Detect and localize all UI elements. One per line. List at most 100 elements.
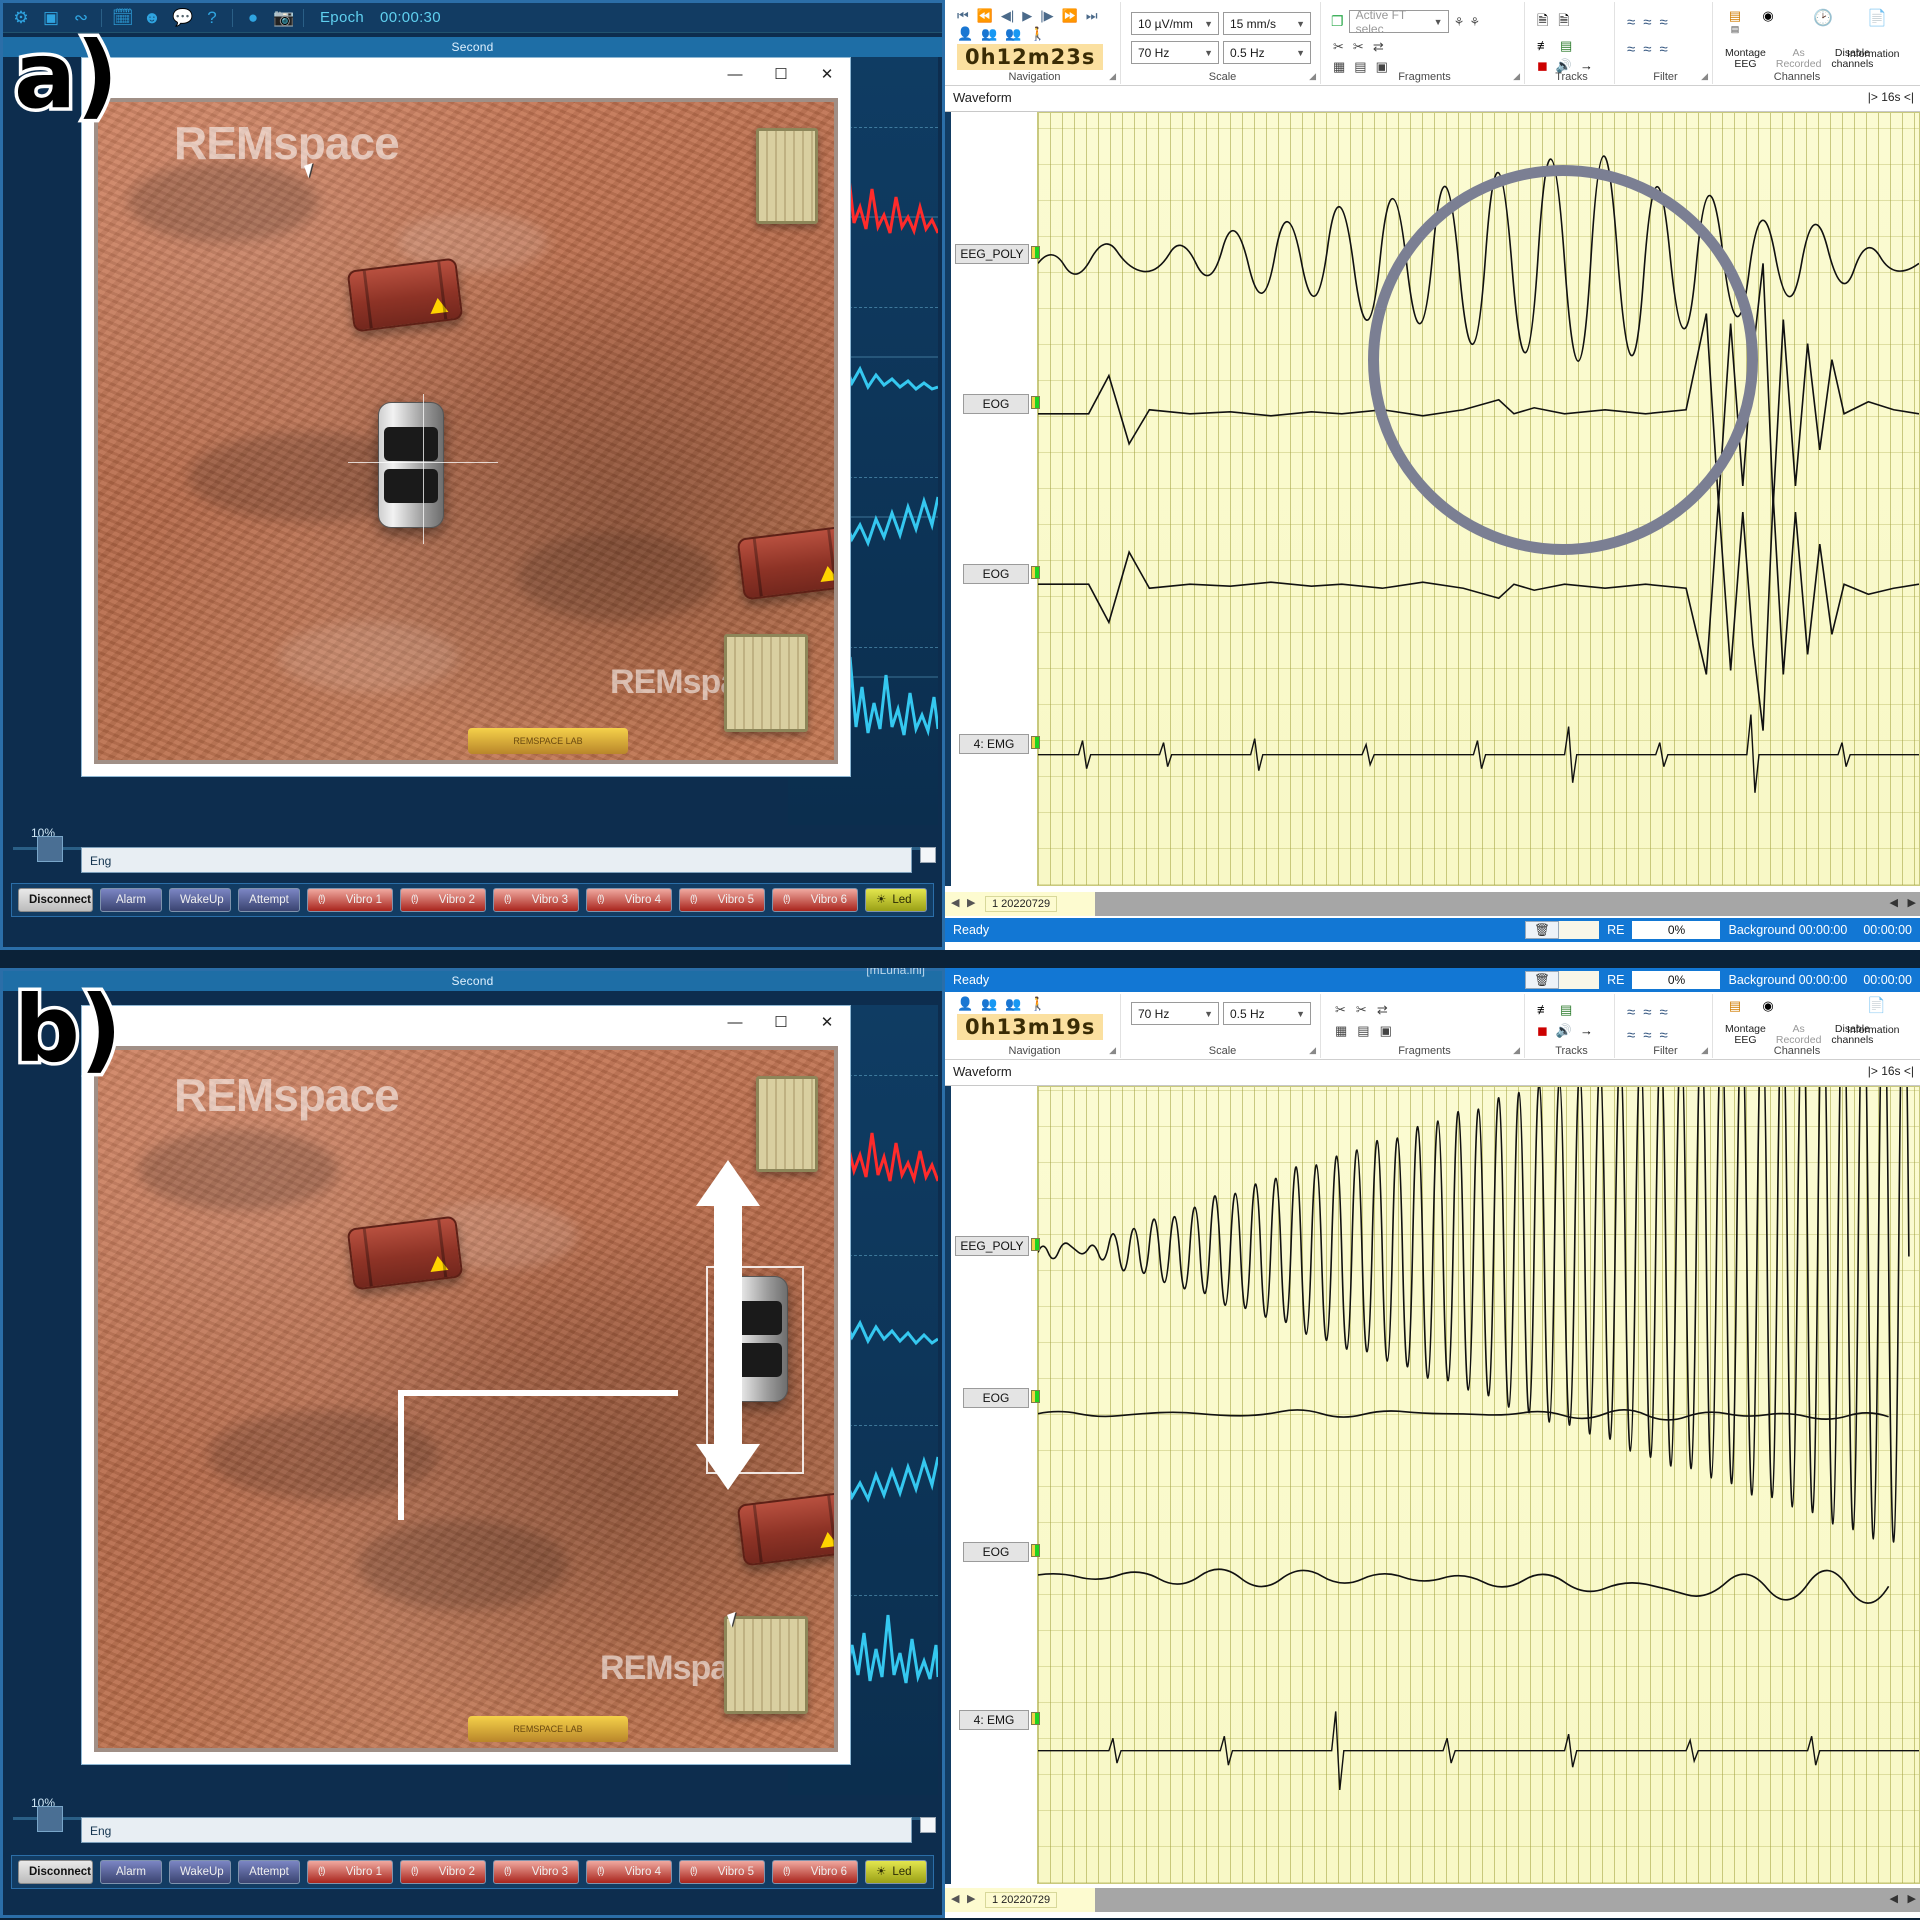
clock-icon[interactable]: 🕑 — [1813, 8, 1833, 28]
skip-end-icon[interactable]: ⏭ — [1086, 8, 1098, 24]
tab-scroll-area-b[interactable] — [1095, 1888, 1920, 1912]
montage-eeg-button[interactable]: Montage EEG — [1725, 1024, 1766, 1046]
align-icon[interactable]: → — [1580, 1023, 1593, 1039]
information-button[interactable]: Information — [1847, 1024, 1900, 1036]
table-icon[interactable]: ▤ — [1560, 1002, 1572, 1018]
add-track-icon[interactable]: 🗎 — [1537, 10, 1548, 34]
vibro-1-button[interactable]: (!) Vibro 1 — [307, 1860, 393, 1884]
filter-wave6-icon[interactable]: ≈ — [1659, 1027, 1667, 1044]
disconnect-button[interactable]: Disconnect — [18, 1860, 93, 1884]
lowpass-select-a[interactable]: 0.5 Hz ▼ — [1223, 41, 1311, 64]
vibro-2-button[interactable]: (!) Vibro 2 — [400, 1860, 486, 1884]
ft-cut-icon[interactable]: ✂ — [1333, 39, 1344, 55]
ft-join-icon[interactable]: ✂ — [1353, 39, 1364, 55]
scroll-right-icon[interactable]: ▶ — [1908, 1892, 1916, 1905]
alarm-button[interactable]: Alarm — [100, 888, 162, 912]
chat-icon[interactable]: 💬 — [172, 8, 193, 28]
rewind-step-icon[interactable]: ◀| — [1001, 8, 1014, 24]
scroll-left-icon[interactable]: ◀ — [1890, 1892, 1898, 1905]
ft-label-icon[interactable]: ▦ — [1335, 1023, 1347, 1039]
ribbon-group-navigation-b[interactable]: 👤 👥 👥 🚶 0h13m19s Navigation ◢ — [949, 994, 1121, 1058]
game-viewport-a[interactable]: REMspace REMspace REMSPACE LAB — [94, 98, 838, 764]
tab-prev-icon[interactable]: ◀ — [951, 896, 959, 909]
disconnect-button[interactable]: Disconnect — [18, 888, 93, 912]
single-person-icon[interactable]: 👤 — [957, 996, 973, 1012]
ft-merge-icon[interactable]: ⇄ — [1373, 39, 1384, 55]
vibro-1-button[interactable]: (!) Vibro 1 — [307, 888, 393, 912]
rewind-fast-icon[interactable]: ⏪ — [977, 8, 993, 24]
fragments-dialog-launcher[interactable]: ◢ — [1513, 71, 1520, 82]
play-icon[interactable]: ▶ — [1022, 8, 1032, 24]
person-controls-a[interactable]: 👤 👥 👥 🚶 — [949, 24, 1120, 42]
two-people-icon[interactable]: 👥 — [981, 996, 997, 1012]
record-icon[interactable]: ● — [243, 8, 263, 28]
skip-start-icon[interactable]: ⏮ — [957, 8, 969, 24]
vibro-4-button[interactable]: (!) Vibro 4 — [586, 888, 672, 912]
recording-tab-a[interactable]: 1 20220729 — [985, 896, 1058, 912]
scale-dialog-launcher[interactable]: ◢ — [1309, 1045, 1316, 1056]
led-button[interactable]: ☀ Led — [865, 888, 927, 912]
ft-table-icon[interactable]: ▤ — [1357, 1023, 1369, 1039]
filter-wave4-icon[interactable]: ≈ — [1627, 41, 1635, 58]
montage-icon[interactable]: ▤ — [1721, 8, 1749, 24]
channel-label-eog1-b[interactable]: EOG — [963, 1388, 1029, 1408]
tab-next-icon[interactable]: ▶ — [967, 1892, 975, 1905]
ft-next-icon[interactable]: ⚘ — [1469, 15, 1480, 29]
filter-wave3-icon[interactable]: ≈ — [1659, 14, 1667, 31]
mars-scene-a[interactable]: REMspace REMspace REMSPACE LAB — [98, 102, 834, 760]
progress-row-b[interactable]: 10% Eng — [3, 1795, 942, 1843]
filter-wave5-icon[interactable]: ≈ — [1643, 1027, 1651, 1044]
ft-expand-icon[interactable]: ▣ — [1380, 1023, 1392, 1039]
two-people-icon[interactable]: 👥 — [981, 26, 997, 42]
filter-wave4-icon[interactable]: ≈ — [1627, 1027, 1635, 1044]
filter-wave5-icon[interactable]: ≈ — [1643, 41, 1651, 58]
filter-wave2-icon[interactable]: ≈ — [1643, 14, 1651, 31]
wakeup-button[interactable]: WakeUp — [169, 1860, 231, 1884]
channel-label-eeg-poly-a[interactable]: EEG_POLY — [955, 244, 1029, 264]
led-button[interactable]: ☀ Led — [865, 1860, 927, 1884]
filter-wave6-icon[interactable]: ≈ — [1659, 41, 1667, 58]
ribbon-group-scale-a[interactable]: 10 µV/mm ▼ 15 mm/s ▼ 70 Hz ▼ 0.5 Hz ▼ Scale … — [1125, 2, 1321, 84]
walking-person-icon[interactable]: 🚶 — [1030, 26, 1046, 42]
minimize-button[interactable]: — — [712, 58, 758, 92]
waveform-grid-b[interactable] — [1037, 1086, 1920, 1884]
vibro-3-button[interactable]: (!) Vibro 3 — [493, 1860, 579, 1884]
scroll-left-icon[interactable]: ◀ — [1890, 896, 1898, 909]
resize-grip-icon[interactable] — [920, 847, 936, 863]
alarm-button[interactable]: Alarm — [100, 1860, 162, 1884]
device-button-bar-b[interactable]: Disconnect Alarm WakeUp Attempt (!) Vibro… — [11, 1855, 934, 1889]
ft-join-icon[interactable]: ✂ — [1356, 1002, 1367, 1018]
ft-new-icon[interactable]: ❐ — [1331, 13, 1344, 30]
montage-eeg-button[interactable]: Montage EEG — [1725, 48, 1766, 70]
ft-cut-icon[interactable]: ✂ — [1335, 1002, 1346, 1018]
highpass-select-b[interactable]: 70 Hz ▼ — [1131, 1002, 1219, 1025]
tab-strip-a[interactable]: ◀ ▶ 1 20220729 ◀ ▶ — [945, 892, 1920, 916]
active-ft-select-a[interactable]: Active FT selec ▼ — [1348, 8, 1449, 36]
zero-icon[interactable]: ≢ — [1537, 1002, 1550, 1018]
highpass-select-a[interactable]: 70 Hz ▼ — [1131, 41, 1219, 64]
filter-wave1-icon[interactable]: ≈ — [1627, 14, 1635, 31]
fragments-dialog-launcher[interactable]: ◢ — [1513, 1045, 1520, 1056]
close-button[interactable]: ✕ — [804, 1006, 850, 1040]
electrode-icon[interactable]: ◉ — [1755, 8, 1781, 35]
channel-label-eog2-a[interactable]: EOG — [963, 564, 1029, 584]
vibro-3-button[interactable]: (!) Vibro 3 — [493, 888, 579, 912]
transport-controls-a[interactable]: ⏮ ⏪ ◀| ▶ |▶ ⏩ ⏭ — [949, 2, 1120, 24]
maximize-button[interactable]: ☐ — [758, 58, 804, 92]
person-icon[interactable]: ☻ — [142, 8, 162, 28]
progress-row-a[interactable]: 10% Eng — [3, 825, 942, 873]
status-note-icon[interactable]: 🗑 — [1525, 921, 1560, 939]
three-people-icon[interactable]: 👥 — [1005, 26, 1021, 42]
ribbon-group-channels-a[interactable]: ▤ ▤ ◉ Montage EEG As Recorded Disable ch… — [1717, 2, 1917, 84]
tab-next-icon[interactable]: ▶ — [967, 896, 975, 909]
vibro-4-button[interactable]: (!) Vibro 4 — [586, 1860, 672, 1884]
scale-dialog-launcher[interactable]: ◢ — [1309, 71, 1316, 82]
ft-prev-icon[interactable]: ⚘ — [1454, 15, 1465, 29]
three-people-icon[interactable]: 👥 — [1005, 996, 1021, 1012]
minimize-button[interactable]: — — [712, 1006, 758, 1040]
channel-label-emg-a[interactable]: 4: EMG — [959, 734, 1029, 754]
speed-select-a[interactable]: 15 mm/s ▼ — [1223, 12, 1311, 35]
filter-wave3-icon[interactable]: ≈ — [1659, 1004, 1667, 1021]
electrode-icon[interactable]: ◉ — [1755, 998, 1781, 1014]
attempt-button[interactable]: Attempt — [238, 888, 300, 912]
